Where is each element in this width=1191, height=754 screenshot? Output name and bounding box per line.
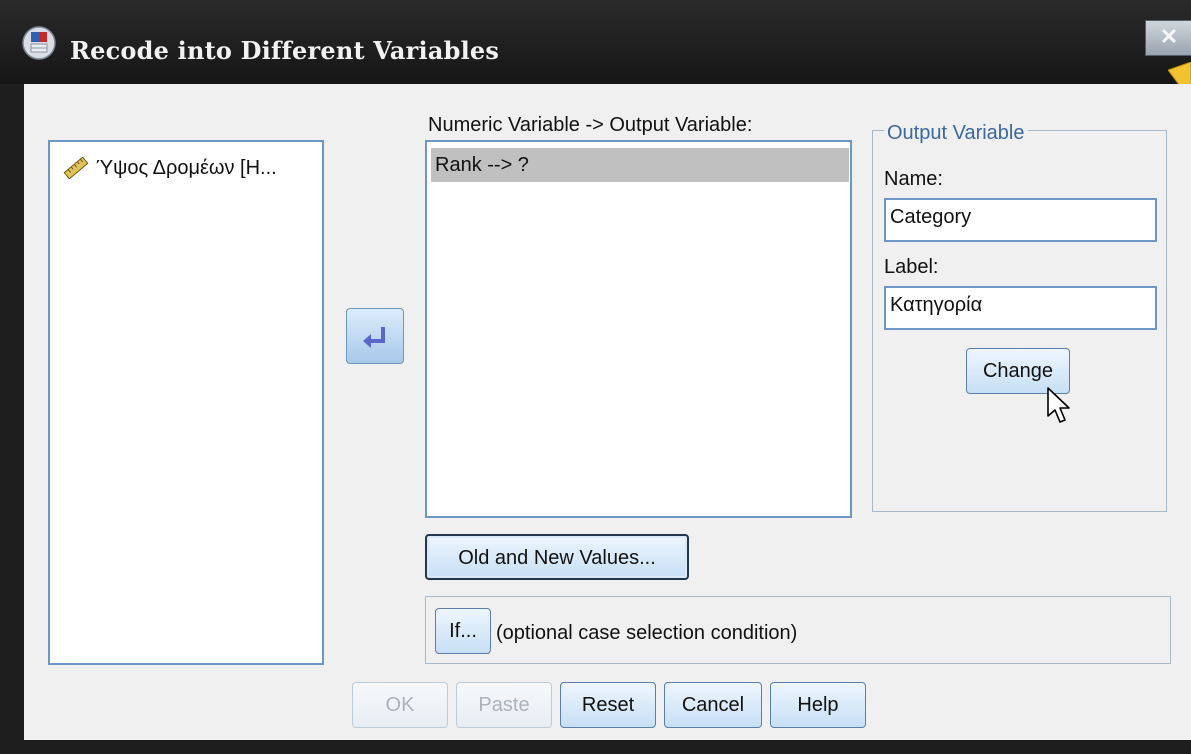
ok-button[interactable]: OK: [352, 682, 448, 728]
source-variable-list[interactable]: Ύψος Δρομέων [Η...: [48, 140, 324, 665]
help-button[interactable]: Help: [770, 682, 866, 728]
label-label: Label:: [884, 256, 939, 278]
if-button[interactable]: If...: [435, 608, 491, 654]
variable-label: Ύψος Δρομέων [Η...: [96, 156, 277, 179]
back-arrow-icon: [363, 327, 385, 348]
numeric-variable-label: Numeric Variable -> Output Variable:: [428, 114, 753, 136]
move-variable-button[interactable]: [346, 308, 404, 364]
reset-button[interactable]: Reset: [560, 682, 656, 728]
window-bottom-edge: [0, 740, 1191, 754]
name-field[interactable]: Category: [884, 198, 1157, 242]
list-item[interactable]: Ύψος Δρομέων [Η...: [62, 154, 277, 182]
window-title: Recode into Different Variables: [70, 36, 500, 65]
old-and-new-values-button[interactable]: Old and New Values...: [425, 534, 689, 580]
cancel-button[interactable]: Cancel: [664, 682, 762, 728]
spss-app-icon: [22, 26, 56, 60]
if-condition-text: (optional case selection condition): [496, 622, 798, 644]
numeric-variable-list[interactable]: Rank --> ?: [425, 140, 852, 518]
paste-button[interactable]: Paste: [456, 682, 552, 728]
close-button[interactable]: ✕: [1145, 20, 1191, 56]
label-field[interactable]: Κατηγορία: [884, 286, 1157, 330]
dialog-client-area: Ύψος Δρομέων [Η... Numeric Variable -> O…: [24, 84, 1191, 740]
output-variable-legend: Output Variable: [884, 122, 1028, 145]
close-icon: ✕: [1159, 24, 1179, 49]
name-label: Name:: [884, 168, 943, 190]
ruler-icon: [63, 157, 89, 179]
mouse-pointer-icon: [1047, 387, 1070, 423]
list-item-selected[interactable]: Rank --> ?: [431, 148, 849, 182]
dialog-window: Recode into Different Variables ✕ Ύψος Δ…: [0, 0, 1191, 754]
title-bar: Recode into Different Variables ✕: [0, 0, 1191, 84]
